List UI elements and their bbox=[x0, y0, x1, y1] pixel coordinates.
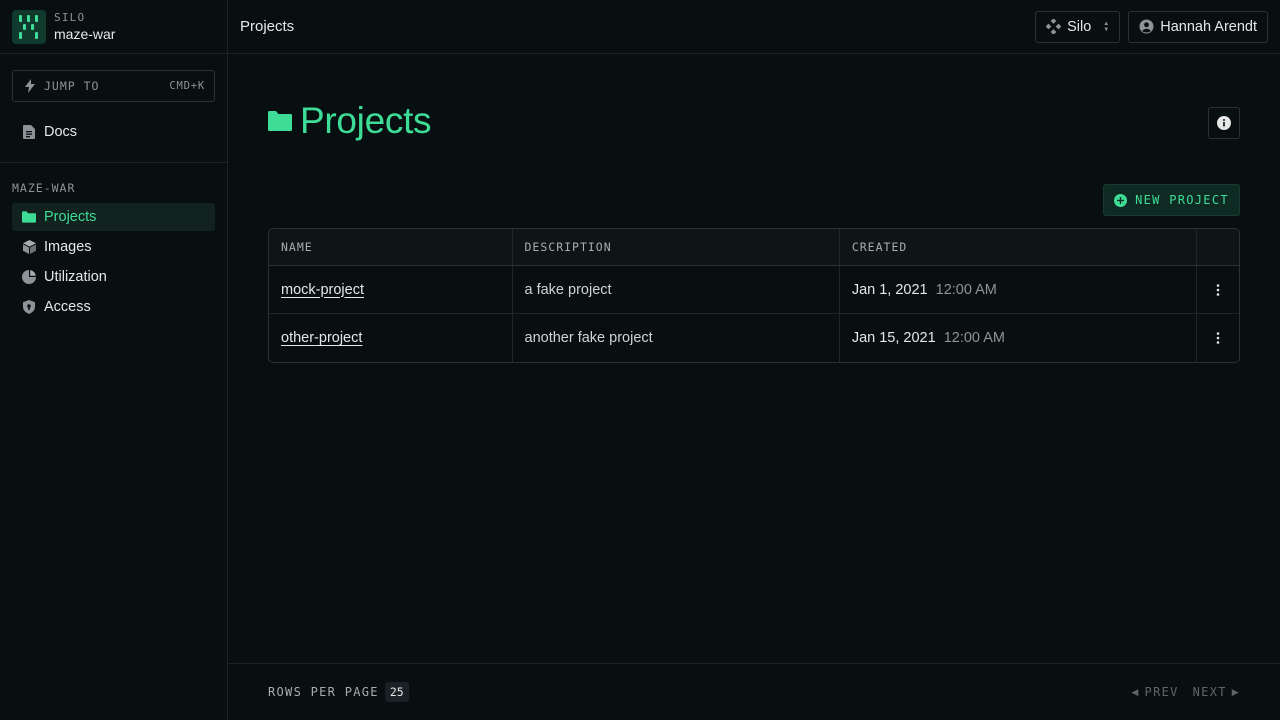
prev-page-button[interactable]: ◀ PREV bbox=[1131, 685, 1178, 699]
table-header: NAME DESCRIPTION CREATED bbox=[269, 229, 1239, 266]
page-title: Projects bbox=[300, 100, 432, 141]
column-header-created: CREATED bbox=[851, 240, 908, 254]
user-avatar-icon bbox=[1139, 19, 1154, 34]
new-project-label: NEW PROJECT bbox=[1135, 193, 1229, 207]
silo-picker-label: Silo bbox=[1067, 18, 1092, 35]
next-label: NEXT bbox=[1192, 685, 1227, 699]
breadcrumb: Projects bbox=[240, 18, 295, 35]
triangle-left-icon: ◀ bbox=[1131, 686, 1140, 697]
created-date: Jan 1, 2021 bbox=[851, 281, 928, 298]
column-header-name: NAME bbox=[281, 240, 313, 254]
created-time: 12:00 AM bbox=[943, 330, 1005, 346]
new-project-button[interactable]: NEW PROJECT bbox=[1103, 184, 1240, 216]
section-label: MAZE-WAR bbox=[12, 181, 76, 195]
triangle-right-icon: ▶ bbox=[1231, 686, 1240, 697]
project-link[interactable]: other-project bbox=[281, 330, 362, 346]
folder-icon bbox=[268, 111, 292, 131]
sidebar-item-label: Projects bbox=[44, 209, 97, 225]
jump-to-button[interactable]: JUMP TO CMD+K bbox=[12, 70, 215, 102]
docs-link[interactable]: Docs bbox=[12, 117, 215, 147]
created-time: 12:00 AM bbox=[935, 281, 997, 298]
info-icon bbox=[1217, 116, 1231, 130]
sidebar-item-label: Utilization bbox=[44, 269, 107, 285]
more-vertical-icon bbox=[1216, 283, 1220, 296]
created-date: Jan 15, 2021 bbox=[851, 330, 936, 346]
project-link[interactable]: mock-project bbox=[281, 282, 364, 298]
sidebar-item-projects[interactable]: Projects bbox=[12, 203, 215, 231]
silo-name: maze-war bbox=[54, 25, 116, 42]
project-description: a fake project bbox=[524, 281, 612, 298]
docs-label: Docs bbox=[44, 124, 78, 140]
add-circle-icon bbox=[1114, 193, 1128, 207]
projects-table: NAME DESCRIPTION CREATED mock-project a … bbox=[268, 228, 1240, 363]
sidebar-item-access[interactable]: Access bbox=[12, 293, 215, 321]
jump-to-shortcut: CMD+K bbox=[169, 80, 205, 92]
sidebar-nav: Projects Images Utilization Access bbox=[12, 203, 215, 323]
sidebar-item-label: Access bbox=[44, 299, 91, 315]
column-header-description: DESCRIPTION bbox=[524, 240, 612, 254]
silo-header[interactable]: SILO maze-war bbox=[0, 0, 227, 54]
oxide-logo bbox=[12, 9, 46, 44]
rows-per-page-label: ROWS PER PAGE bbox=[268, 685, 379, 699]
table-row: mock-project a fake project Jan 1, 2021 … bbox=[269, 266, 1239, 314]
project-description: another fake project bbox=[524, 330, 653, 346]
page-header: Projects bbox=[268, 100, 432, 142]
sidebar: SILO maze-war JUMP TO CMD+K Docs MAZE-WA… bbox=[0, 0, 228, 720]
topbar: Projects Silo ▲ ▼ Hannah Arendt bbox=[228, 0, 1280, 54]
jump-to-label: JUMP TO bbox=[44, 79, 100, 93]
info-button[interactable] bbox=[1208, 107, 1240, 139]
row-actions-button[interactable] bbox=[1206, 278, 1230, 302]
pagination-footer: ROWS PER PAGE 25 ◀ PREV NEXT ▶ bbox=[228, 663, 1280, 720]
updown-chevron-icon: ▲ ▼ bbox=[1103, 20, 1110, 33]
document-icon bbox=[22, 125, 36, 139]
lightning-icon bbox=[25, 79, 35, 93]
sidebar-item-label: Images bbox=[44, 239, 92, 255]
cube-icon bbox=[22, 240, 36, 254]
table-row: other-project another fake project Jan 1… bbox=[269, 314, 1239, 362]
pie-chart-icon bbox=[22, 270, 36, 284]
pager: ◀ PREV NEXT ▶ bbox=[1131, 685, 1240, 699]
next-page-button[interactable]: NEXT ▶ bbox=[1193, 685, 1240, 699]
row-actions-button[interactable] bbox=[1206, 326, 1230, 350]
user-name: Hannah Arendt bbox=[1160, 18, 1257, 35]
silo-icon bbox=[1046, 19, 1062, 34]
more-vertical-icon bbox=[1216, 332, 1220, 344]
prev-label: PREV bbox=[1144, 685, 1179, 699]
folder-icon bbox=[22, 210, 36, 224]
user-menu[interactable]: Hannah Arendt bbox=[1128, 10, 1268, 43]
sidebar-item-images[interactable]: Images bbox=[12, 233, 215, 261]
silo-label: SILO bbox=[54, 10, 86, 24]
sidebar-item-utilization[interactable]: Utilization bbox=[12, 263, 215, 291]
shield-icon bbox=[22, 300, 36, 314]
rows-per-page-select[interactable]: 25 bbox=[384, 682, 409, 702]
sidebar-divider bbox=[0, 162, 228, 163]
silo-picker[interactable]: Silo ▲ ▼ bbox=[1035, 10, 1121, 43]
